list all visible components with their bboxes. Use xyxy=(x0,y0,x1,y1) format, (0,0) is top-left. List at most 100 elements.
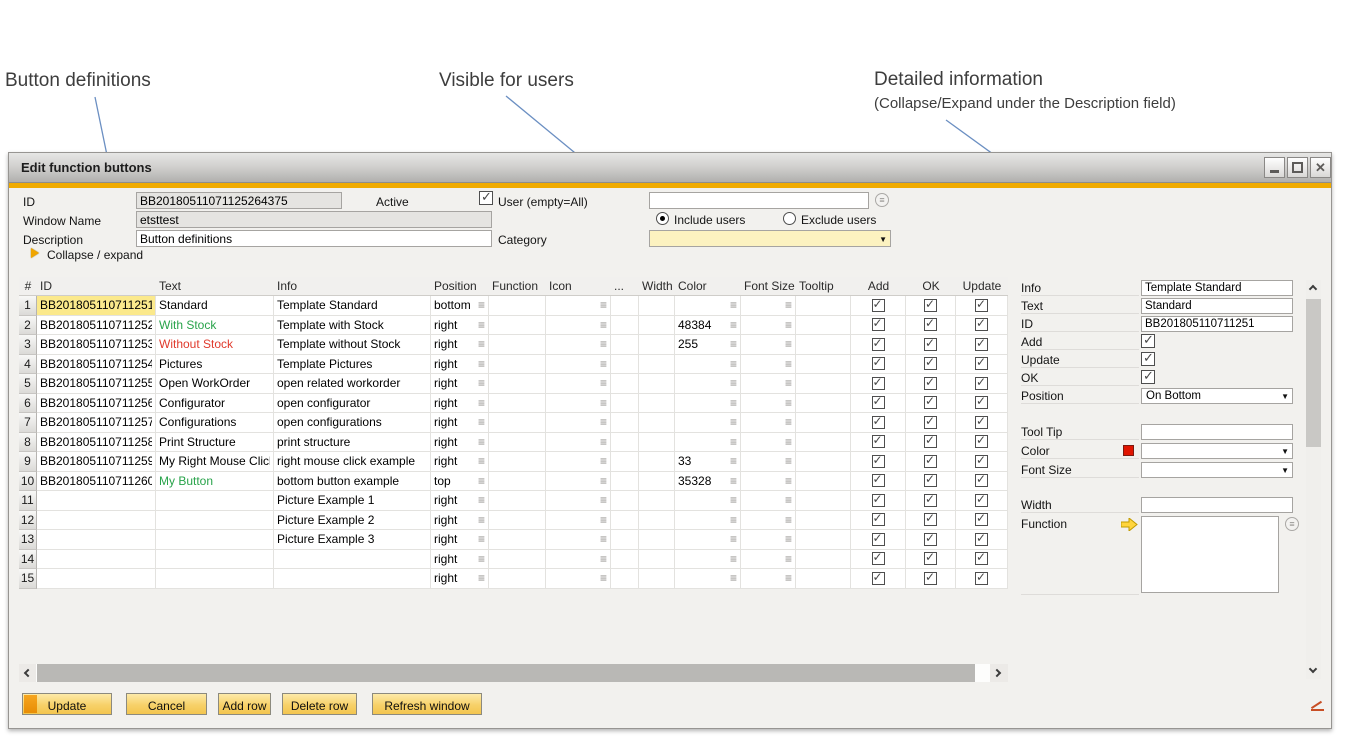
cell-num[interactable]: 1 xyxy=(19,296,37,316)
cell-num[interactable]: 5 xyxy=(19,374,37,394)
cell-icon[interactable]: ≡ xyxy=(546,569,611,589)
cell-icon[interactable]: ≡ xyxy=(546,413,611,433)
add-checkbox[interactable] xyxy=(872,552,885,565)
link-icon[interactable]: ≡ xyxy=(600,555,607,563)
ok-checkbox[interactable] xyxy=(924,299,937,312)
cell-fontsize[interactable]: ≡ xyxy=(741,472,796,492)
cell-color[interactable]: ≡ xyxy=(675,296,741,316)
cell-ok[interactable] xyxy=(906,374,956,394)
cell-num[interactable]: 10 xyxy=(19,472,37,492)
link-icon[interactable]: ≡ xyxy=(600,438,607,446)
cell-tooltip[interactable] xyxy=(796,550,851,570)
link-icon[interactable]: ≡ xyxy=(730,477,737,485)
cell-update[interactable] xyxy=(956,530,1008,550)
ok-checkbox[interactable] xyxy=(924,396,937,409)
cell-color[interactable]: ≡ xyxy=(675,491,741,511)
cell-function[interactable] xyxy=(489,394,546,414)
link-icon[interactable]: ≡ xyxy=(478,360,485,368)
cell-dots[interactable] xyxy=(611,491,639,511)
cell-position[interactable]: right≡ xyxy=(431,491,489,511)
cell-text[interactable] xyxy=(156,491,274,511)
cell-icon[interactable]: ≡ xyxy=(546,374,611,394)
add-checkbox[interactable] xyxy=(872,396,885,409)
link-icon[interactable]: ≡ xyxy=(478,574,485,582)
cell-text[interactable]: My Right Mouse Click xyxy=(156,452,274,472)
link-icon[interactable]: ≡ xyxy=(785,301,792,309)
ok-checkbox[interactable] xyxy=(924,318,937,331)
exclude-users-radio[interactable] xyxy=(783,212,796,225)
link-icon[interactable]: ≡ xyxy=(785,574,792,582)
cell-function[interactable] xyxy=(489,472,546,492)
cell-position[interactable]: right≡ xyxy=(431,335,489,355)
link-icon[interactable]: ≡ xyxy=(730,516,737,524)
cell-icon[interactable]: ≡ xyxy=(546,530,611,550)
cell-fontsize[interactable]: ≡ xyxy=(741,511,796,531)
cell-position[interactable]: right≡ xyxy=(431,433,489,453)
cell-fontsize[interactable]: ≡ xyxy=(741,413,796,433)
cell-width[interactable] xyxy=(639,316,675,336)
cell-update[interactable] xyxy=(956,452,1008,472)
ok-checkbox[interactable] xyxy=(924,416,937,429)
cell-width[interactable] xyxy=(639,491,675,511)
ok-checkbox[interactable] xyxy=(924,377,937,390)
update-checkbox[interactable] xyxy=(975,318,988,331)
link-icon[interactable]: ≡ xyxy=(730,340,737,348)
cell-width[interactable] xyxy=(639,335,675,355)
cell-tooltip[interactable] xyxy=(796,530,851,550)
cell-function[interactable] xyxy=(489,530,546,550)
cell-update[interactable] xyxy=(956,394,1008,414)
cell-dots[interactable] xyxy=(611,355,639,375)
add-checkbox[interactable] xyxy=(872,318,885,331)
ok-checkbox[interactable] xyxy=(924,572,937,585)
cell-info[interactable]: Template Standard xyxy=(274,296,431,316)
cell-function[interactable] xyxy=(489,374,546,394)
cell-info[interactable]: open configurator xyxy=(274,394,431,414)
cell-width[interactable] xyxy=(639,374,675,394)
link-icon[interactable]: ≡ xyxy=(478,477,485,485)
link-icon[interactable]: ≡ xyxy=(600,418,607,426)
window-titlebar[interactable]: Edit function buttons xyxy=(9,153,1331,183)
cell-color[interactable]: ≡ xyxy=(675,511,741,531)
cell-position[interactable]: right≡ xyxy=(431,530,489,550)
cell-ok[interactable] xyxy=(906,550,956,570)
user-selector-icon[interactable]: ≡ xyxy=(875,193,889,207)
link-icon[interactable]: ≡ xyxy=(785,321,792,329)
cell-tooltip[interactable] xyxy=(796,491,851,511)
link-icon[interactable]: ≡ xyxy=(730,360,737,368)
ok-checkbox[interactable] xyxy=(924,455,937,468)
cell-ok[interactable] xyxy=(906,413,956,433)
cell-tooltip[interactable] xyxy=(796,316,851,336)
cancel-button[interactable]: Cancel xyxy=(126,693,207,715)
update-checkbox[interactable] xyxy=(975,455,988,468)
cell-fontsize[interactable]: ≡ xyxy=(741,452,796,472)
cell-add[interactable] xyxy=(851,530,906,550)
cell-update[interactable] xyxy=(956,433,1008,453)
cell-info[interactable]: Template Pictures xyxy=(274,355,431,375)
add-checkbox[interactable] xyxy=(872,494,885,507)
cell-fontsize[interactable]: ≡ xyxy=(741,491,796,511)
ok-checkbox[interactable] xyxy=(924,494,937,507)
link-icon[interactable]: ≡ xyxy=(730,418,737,426)
cell-id[interactable] xyxy=(37,511,156,531)
link-icon[interactable]: ≡ xyxy=(478,301,485,309)
cell-ok[interactable] xyxy=(906,335,956,355)
cell-add[interactable] xyxy=(851,511,906,531)
cell-text[interactable] xyxy=(156,530,274,550)
user-input[interactable] xyxy=(649,192,869,209)
cell-info[interactable]: Picture Example 2 xyxy=(274,511,431,531)
cell-update[interactable] xyxy=(956,472,1008,492)
cell-ok[interactable] xyxy=(906,316,956,336)
cell-id[interactable] xyxy=(37,569,156,589)
scroll-right-button[interactable] xyxy=(990,664,1008,682)
add-checkbox[interactable] xyxy=(872,455,885,468)
cell-color[interactable]: 255≡ xyxy=(675,335,741,355)
cell-num[interactable]: 13 xyxy=(19,530,37,550)
cell-width[interactable] xyxy=(639,413,675,433)
cell-text[interactable] xyxy=(156,569,274,589)
maximize-button[interactable] xyxy=(1287,157,1308,178)
minimize-button[interactable] xyxy=(1264,157,1285,178)
cell-fontsize[interactable]: ≡ xyxy=(741,296,796,316)
link-icon[interactable]: ≡ xyxy=(785,438,792,446)
cell-num[interactable]: 11 xyxy=(19,491,37,511)
link-arrow-icon[interactable] xyxy=(1121,518,1138,531)
